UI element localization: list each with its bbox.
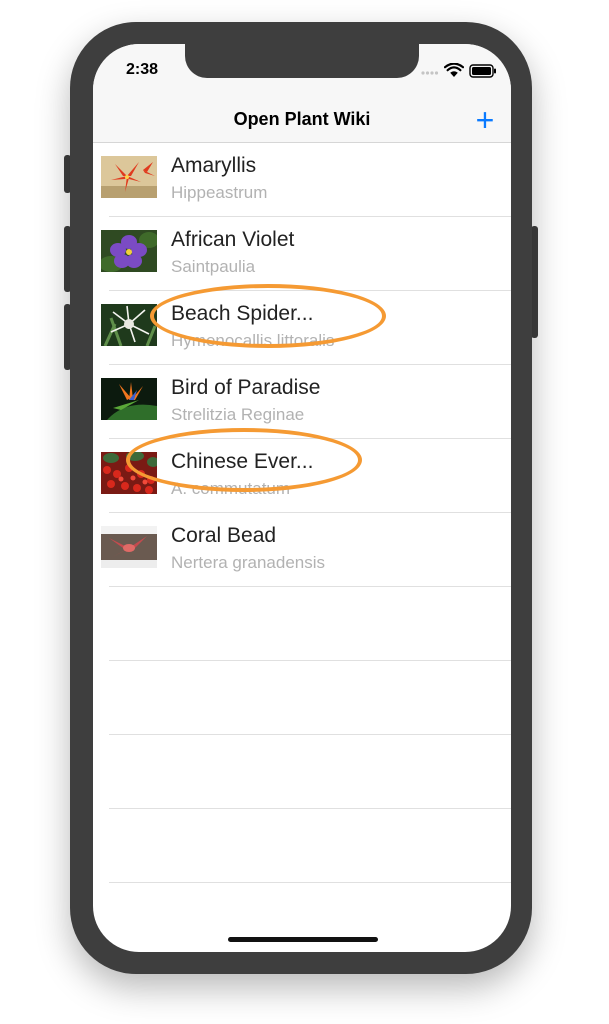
plant-list: Amaryllis Hippeastrum African Violet Sai… — [93, 143, 511, 883]
power-button — [531, 226, 538, 338]
list-item[interactable]: Coral Bead Nertera granadensis — [93, 513, 511, 587]
bird-of-paradise-thumbnail — [101, 378, 157, 420]
list-item[interactable]: Chinese Ever... A. commutatum — [93, 439, 511, 513]
chinese-evergreen-thumbnail — [101, 452, 157, 494]
cellular-signal-icon — [421, 71, 439, 75]
plant-name: Bird of Paradise — [171, 376, 321, 399]
app-screen: 2:38 Open Plant Wiki + Amaryllis Hippeas… — [93, 44, 511, 952]
plant-name: Chinese Ever... — [171, 450, 314, 473]
list-item[interactable]: Beach Spider... Hymenocallis littoralis — [93, 291, 511, 365]
page-title: Open Plant Wiki — [233, 109, 371, 129]
navigation-bar: Open Plant Wiki + — [93, 100, 511, 143]
empty-row — [93, 661, 511, 735]
plant-name: African Violet — [171, 228, 295, 251]
plant-name: Beach Spider... — [171, 302, 314, 325]
beach-spider-lily-thumbnail — [101, 304, 157, 346]
plant-name: Coral Bead — [171, 524, 277, 547]
empty-row — [93, 735, 511, 809]
plant-scientific-name: Hymenocallis littoralis — [171, 331, 335, 350]
list-item[interactable]: Amaryllis Hippeastrum — [93, 143, 511, 217]
african-violet-thumbnail — [101, 230, 157, 272]
list-item[interactable]: African Violet Saintpaulia — [93, 217, 511, 291]
coral-bead-thumbnail — [101, 526, 157, 568]
empty-row — [93, 587, 511, 661]
plant-scientific-name: Saintpaulia — [171, 257, 256, 276]
plant-scientific-name: Hippeastrum — [171, 183, 268, 202]
add-plant-button[interactable]: + — [471, 102, 499, 138]
status-bar: 2:38 — [93, 44, 511, 100]
row-divider — [109, 882, 511, 883]
plant-scientific-name: Nertera granadensis — [171, 553, 326, 572]
plant-name: Amaryllis — [171, 154, 257, 177]
amaryllis-thumbnail — [101, 156, 157, 198]
wifi-icon — [444, 63, 464, 77]
battery-icon — [469, 64, 496, 78]
status-time: 2:38 — [126, 61, 159, 78]
plant-scientific-name: A. commutatum — [171, 479, 291, 498]
empty-row — [93, 809, 511, 883]
plus-icon: + — [475, 102, 495, 138]
list-item[interactable]: Bird of Paradise Strelitzia Reginae — [93, 365, 511, 439]
notch — [185, 44, 419, 78]
home-indicator[interactable] — [228, 937, 378, 942]
plant-scientific-name: Strelitzia Reginae — [171, 405, 305, 424]
